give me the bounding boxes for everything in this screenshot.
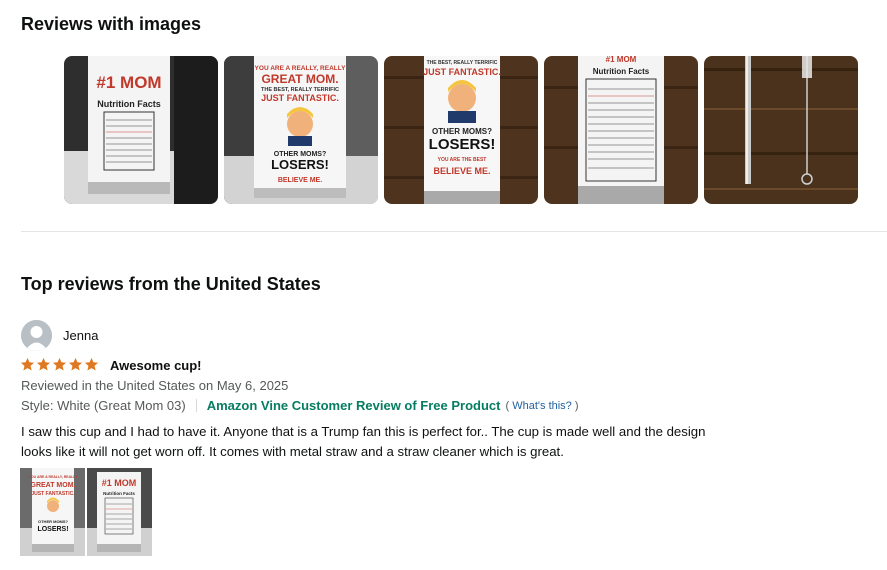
review-image[interactable]: #1 MOM Nutrition Facts (87, 468, 152, 556)
svg-text:YOU ARE THE BEST: YOU ARE THE BEST (438, 157, 487, 163)
svg-text:THE BEST, REALLY TERRIFIC: THE BEST, REALLY TERRIFIC (427, 60, 498, 66)
svg-text:BELIEVE ME.: BELIEVE ME. (433, 166, 490, 176)
top-reviews-heading: Top reviews from the United States (21, 274, 321, 294)
review-image-thumbnail[interactable]: THE BEST, REALLY TERRIFIC JUST FANTASTIC… (384, 56, 538, 204)
review-images: YOU ARE A REALLY, REALLY GREAT MOM. JUST… (20, 468, 152, 556)
svg-text:BELIEVE ME.: BELIEVE ME. (278, 177, 322, 184)
review-style-line: Style: White (Great Mom 03) Amazon Vine … (21, 398, 579, 413)
review-image[interactable]: YOU ARE A REALLY, REALLY GREAT MOM. JUST… (20, 468, 85, 556)
svg-text:Nutrition Facts: Nutrition Facts (103, 491, 135, 496)
svg-text:#1 MOM: #1 MOM (102, 478, 137, 488)
review-body: I saw this cup and I had to have it. Any… (21, 424, 706, 459)
reviewer-name[interactable]: Jenna (63, 328, 98, 343)
star-icon (84, 357, 99, 371)
paren-close: ) (574, 399, 579, 412)
svg-text:LOSERS!: LOSERS! (271, 157, 329, 172)
star-rating[interactable] (20, 357, 99, 372)
svg-text:Nutrition Facts: Nutrition Facts (97, 99, 161, 109)
svg-text:LOSERS!: LOSERS! (37, 526, 68, 533)
paren-open: ( (505, 399, 510, 412)
style-label: Style: White (Great Mom 03) (21, 398, 186, 413)
star-icon (36, 357, 51, 371)
review-image-thumbnail[interactable]: #1 MOM Nutrition Facts (64, 56, 218, 204)
svg-text:#1 MOM: #1 MOM (96, 73, 161, 92)
svg-text:Nutrition Facts: Nutrition Facts (593, 67, 650, 76)
section-divider (21, 231, 887, 232)
review-date: Reviewed in the United States on May 6, … (21, 378, 289, 393)
whats-this-group: ( What's this? ) (506, 400, 579, 412)
review-image-gallery: #1 MOM Nutrition Facts YOU ARE A REALLY,… (64, 56, 858, 204)
user-icon (21, 320, 52, 351)
star-icon (52, 357, 67, 371)
svg-text:OTHER MOMS?: OTHER MOMS? (432, 127, 492, 136)
svg-text:GREAT MOM.: GREAT MOM. (261, 72, 338, 86)
review-title[interactable]: Awesome cup! (110, 358, 202, 373)
svg-text:JUST FANTASTIC.: JUST FANTASTIC. (31, 491, 75, 497)
svg-text:YOU ARE A REALLY, REALLY: YOU ARE A REALLY, REALLY (255, 65, 347, 72)
svg-text:OTHER MOMS?: OTHER MOMS? (38, 519, 69, 524)
whats-this-link[interactable]: What's this? (512, 400, 572, 412)
vine-review-badge: Amazon Vine Customer Review of Free Prod… (206, 398, 501, 413)
avatar (21, 320, 52, 351)
svg-text:#1 MOM: #1 MOM (606, 56, 637, 64)
svg-text:JUST FANTASTIC.: JUST FANTASTIC. (261, 93, 339, 103)
review-image-thumbnail[interactable] (704, 56, 858, 204)
svg-text:GREAT MOM.: GREAT MOM. (31, 482, 76, 489)
star-icon (20, 357, 35, 371)
reviews-with-images-heading: Reviews with images (21, 14, 202, 34)
svg-text:LOSERS!: LOSERS! (429, 136, 496, 153)
review-image-thumbnail[interactable]: #1 MOM Nutrition Facts (544, 56, 698, 204)
star-icon (68, 357, 83, 371)
svg-text:JUST FANTASTIC.: JUST FANTASTIC. (423, 67, 501, 77)
svg-text:YOU ARE A REALLY, REALLY: YOU ARE A REALLY, REALLY (29, 475, 79, 479)
divider (195, 399, 197, 412)
review-image-thumbnail[interactable]: YOU ARE A REALLY, REALLY GREAT MOM. THE … (224, 56, 378, 204)
